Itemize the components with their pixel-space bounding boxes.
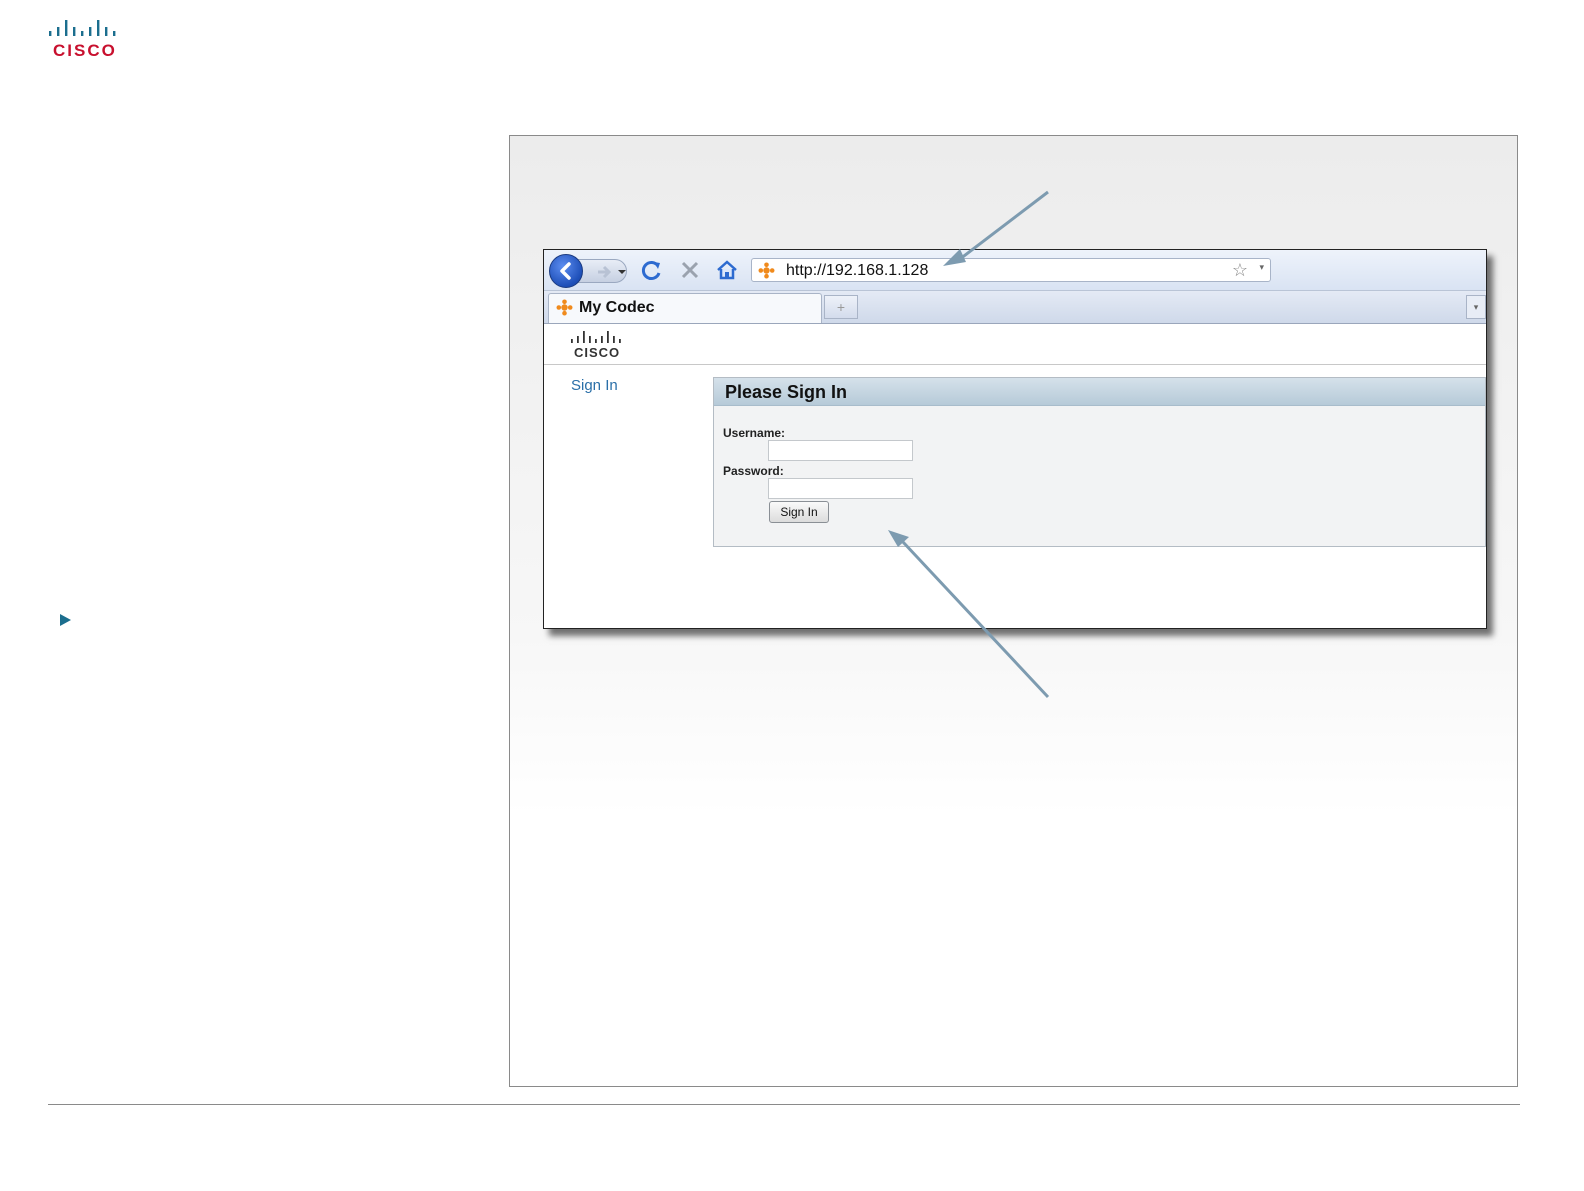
- url-text[interactable]: http://192.168.1.128: [786, 262, 928, 280]
- screenshot-figure: http://192.168.1.128 ☆ ▾ My Codec + ▾ CI…: [509, 135, 1518, 1087]
- panel-title: Please Sign In: [725, 382, 848, 402]
- new-tab-button[interactable]: +: [824, 295, 858, 319]
- bookmark-star-icon[interactable]: ☆: [1232, 261, 1248, 279]
- site-header: CISCO: [544, 324, 1486, 365]
- browser-navbar: http://192.168.1.128 ☆ ▾: [544, 250, 1486, 291]
- footer-divider: [48, 1104, 1520, 1105]
- site-cisco-logo: CISCO: [571, 331, 621, 360]
- stop-button[interactable]: [678, 258, 702, 282]
- password-field[interactable]: [768, 478, 913, 499]
- tab-title: My Codec: [579, 299, 655, 316]
- nav-sign-in-link[interactable]: Sign In: [571, 377, 618, 394]
- password-label: Password:: [723, 464, 784, 478]
- url-dropdown-icon[interactable]: ▾: [1259, 262, 1264, 273]
- username-label: Username:: [723, 426, 786, 440]
- username-field[interactable]: [768, 440, 913, 461]
- tab-list-button[interactable]: ▾: [1466, 295, 1486, 319]
- home-button[interactable]: [715, 258, 739, 282]
- site-favicon-icon: [758, 262, 775, 279]
- panel-header: Please Sign In: [714, 378, 1485, 406]
- browser-tabbar: My Codec + ▾: [544, 291, 1486, 324]
- home-icon: [717, 260, 737, 280]
- address-bar[interactable]: http://192.168.1.128 ☆ ▾: [751, 258, 1271, 282]
- reload-icon: [641, 261, 661, 280]
- reload-button[interactable]: [640, 258, 664, 282]
- back-button[interactable]: [549, 254, 583, 288]
- browser-window: http://192.168.1.128 ☆ ▾ My Codec + ▾ CI…: [543, 249, 1487, 629]
- site-logo-text: CISCO: [574, 345, 620, 360]
- tab-my-codec[interactable]: My Codec: [548, 293, 822, 323]
- cisco-logo-text: CISCO: [53, 41, 117, 60]
- stop-icon: [681, 261, 699, 279]
- forward-button[interactable]: [577, 259, 627, 283]
- cisco-logo: CISCO: [49, 20, 117, 60]
- bullet-arrow-icon: [60, 614, 71, 626]
- sign-in-button[interactable]: Sign In: [769, 501, 829, 523]
- forward-arrow-icon: [598, 265, 626, 279]
- tab-favicon-icon: [556, 299, 573, 316]
- back-arrow-icon: [560, 262, 571, 280]
- sign-in-panel: Please Sign In Username: Password: Sign …: [713, 377, 1486, 547]
